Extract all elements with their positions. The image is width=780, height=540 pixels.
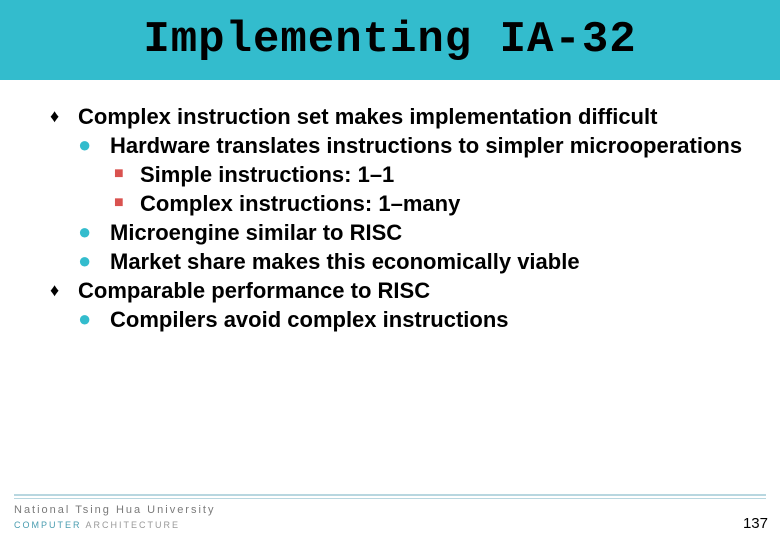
dot-bullet-icon: ●: [78, 305, 110, 334]
bullet-level1: ♦ Comparable performance to RISC: [50, 276, 750, 305]
diamond-bullet-icon: ♦: [50, 276, 78, 305]
bullet-text: Simple instructions: 1–1: [140, 160, 750, 189]
bullet-text: Hardware translates instructions to simp…: [110, 131, 750, 160]
bullet-text: Market share makes this economically via…: [110, 247, 750, 276]
bullet-level3: ■ Complex instructions: 1–many: [50, 189, 750, 218]
bullet-level2: ● Compilers avoid complex instructions: [50, 305, 750, 334]
bullet-text: Compilers avoid complex instructions: [110, 305, 750, 334]
dot-bullet-icon: ●: [78, 218, 110, 247]
slide-content: ♦ Complex instruction set makes implemen…: [0, 80, 780, 334]
bullet-level3: ■ Simple instructions: 1–1: [50, 160, 750, 189]
title-bar: Implementing IA-32: [0, 0, 780, 80]
page-number: 137: [743, 515, 768, 532]
bullet-text: Microengine similar to RISC: [110, 218, 750, 247]
footer-divider: [14, 494, 766, 496]
square-bullet-icon: ■: [114, 160, 140, 189]
slide-title: Implementing IA-32: [143, 15, 636, 65]
footer-divider: [14, 498, 766, 499]
department-name: COMPUTER ARCHITECTURE: [14, 520, 180, 530]
bullet-text: Complex instruction set makes implementa…: [78, 102, 750, 131]
bullet-level2: ● Market share makes this economically v…: [50, 247, 750, 276]
square-bullet-icon: ■: [114, 189, 140, 218]
dot-bullet-icon: ●: [78, 247, 110, 276]
bullet-text: Comparable performance to RISC: [78, 276, 750, 305]
bullet-level2: ● Microengine similar to RISC: [50, 218, 750, 247]
bullet-level1: ♦ Complex instruction set makes implemen…: [50, 102, 750, 131]
dot-bullet-icon: ●: [78, 131, 110, 160]
diamond-bullet-icon: ♦: [50, 102, 78, 131]
dept-word-architecture: ARCHITECTURE: [82, 520, 181, 530]
bullet-text: Complex instructions: 1–many: [140, 189, 750, 218]
slide-footer: National Tsing Hua University COMPUTER A…: [0, 494, 780, 540]
bullet-level2: ● Hardware translates instructions to si…: [50, 131, 750, 160]
dept-word-computer: COMPUTER: [14, 520, 82, 530]
university-name: National Tsing Hua University: [14, 504, 215, 516]
